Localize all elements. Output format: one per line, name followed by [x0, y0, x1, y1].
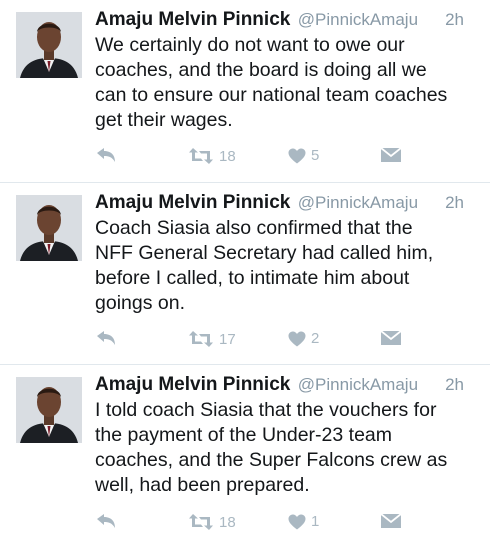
direct-message-button[interactable] — [380, 330, 402, 346]
avatar[interactable] — [16, 12, 82, 78]
reply-icon — [97, 514, 115, 528]
tweet-text: I told coach Siasia that the vouchers fo… — [95, 399, 448, 496]
retweet-button[interactable]: 18 — [188, 513, 236, 531]
like-button[interactable]: 1 — [288, 513, 319, 530]
retweet-count: 18 — [219, 513, 236, 531]
avatar-image — [16, 195, 82, 261]
tweet-actions: 17 2 — [0, 330, 490, 354]
direct-message-button[interactable] — [380, 513, 402, 529]
reply-icon — [97, 148, 115, 162]
reply-button[interactable] — [96, 147, 116, 163]
reply-button[interactable] — [96, 513, 116, 529]
like-button[interactable]: 5 — [288, 147, 319, 164]
like-count: 5 — [311, 147, 320, 164]
direct-message-icon — [380, 330, 402, 345]
avatar[interactable] — [16, 377, 82, 443]
tweet-header: Amaju Melvin Pinnick @PinnickAmaju 2h — [95, 374, 478, 398]
retweet-count: 17 — [219, 330, 236, 348]
retweet-icon — [189, 148, 213, 164]
author-handle[interactable]: @PinnickAmaju — [298, 375, 418, 394]
author-handle[interactable]: @PinnickAmaju — [298, 10, 418, 29]
like-button[interactable]: 2 — [288, 330, 319, 347]
direct-message-button[interactable] — [380, 147, 402, 163]
author-name[interactable]: Amaju Melvin Pinnick — [95, 9, 290, 30]
timestamp[interactable]: 2h — [445, 375, 464, 395]
reply-icon — [97, 331, 115, 345]
retweet-count: 18 — [219, 147, 236, 165]
tweet-header: Amaju Melvin Pinnick @PinnickAmaju 2h — [95, 9, 478, 33]
author-name[interactable]: Amaju Melvin Pinnick — [95, 374, 290, 395]
timestamp[interactable]: 2h — [445, 10, 464, 30]
avatar-image — [16, 377, 82, 443]
tweet-text: We certainly do not want to owe our coac… — [95, 34, 448, 131]
direct-message-icon — [380, 513, 402, 528]
tweet-header: Amaju Melvin Pinnick @PinnickAmaju 2h — [95, 192, 478, 216]
avatar-image — [16, 12, 82, 78]
tweet[interactable]: Amaju Melvin Pinnick @PinnickAmaju 2h I … — [0, 365, 490, 540]
tweet-text: Coach Siasia also confirmed that the NFF… — [95, 217, 434, 314]
heart-icon — [288, 148, 306, 163]
author-handle[interactable]: @PinnickAmaju — [298, 193, 418, 212]
author-name[interactable]: Amaju Melvin Pinnick — [95, 192, 290, 213]
direct-message-icon — [380, 147, 402, 162]
reply-button[interactable] — [96, 330, 116, 346]
avatar[interactable] — [16, 195, 82, 261]
retweet-button[interactable]: 18 — [188, 147, 236, 165]
retweet-icon — [189, 514, 213, 530]
heart-icon — [288, 331, 306, 346]
tweet[interactable]: Amaju Melvin Pinnick @PinnickAmaju 2h We… — [0, 0, 490, 183]
tweet-actions: 18 5 — [0, 147, 490, 171]
like-count: 1 — [311, 513, 320, 530]
like-count: 2 — [311, 330, 320, 347]
tweet[interactable]: Amaju Melvin Pinnick @PinnickAmaju 2h Co… — [0, 183, 490, 365]
timestamp[interactable]: 2h — [445, 193, 464, 213]
retweet-icon — [189, 331, 213, 347]
heart-icon — [288, 514, 306, 529]
tweet-actions: 18 1 — [0, 513, 490, 537]
retweet-button[interactable]: 17 — [188, 330, 236, 348]
